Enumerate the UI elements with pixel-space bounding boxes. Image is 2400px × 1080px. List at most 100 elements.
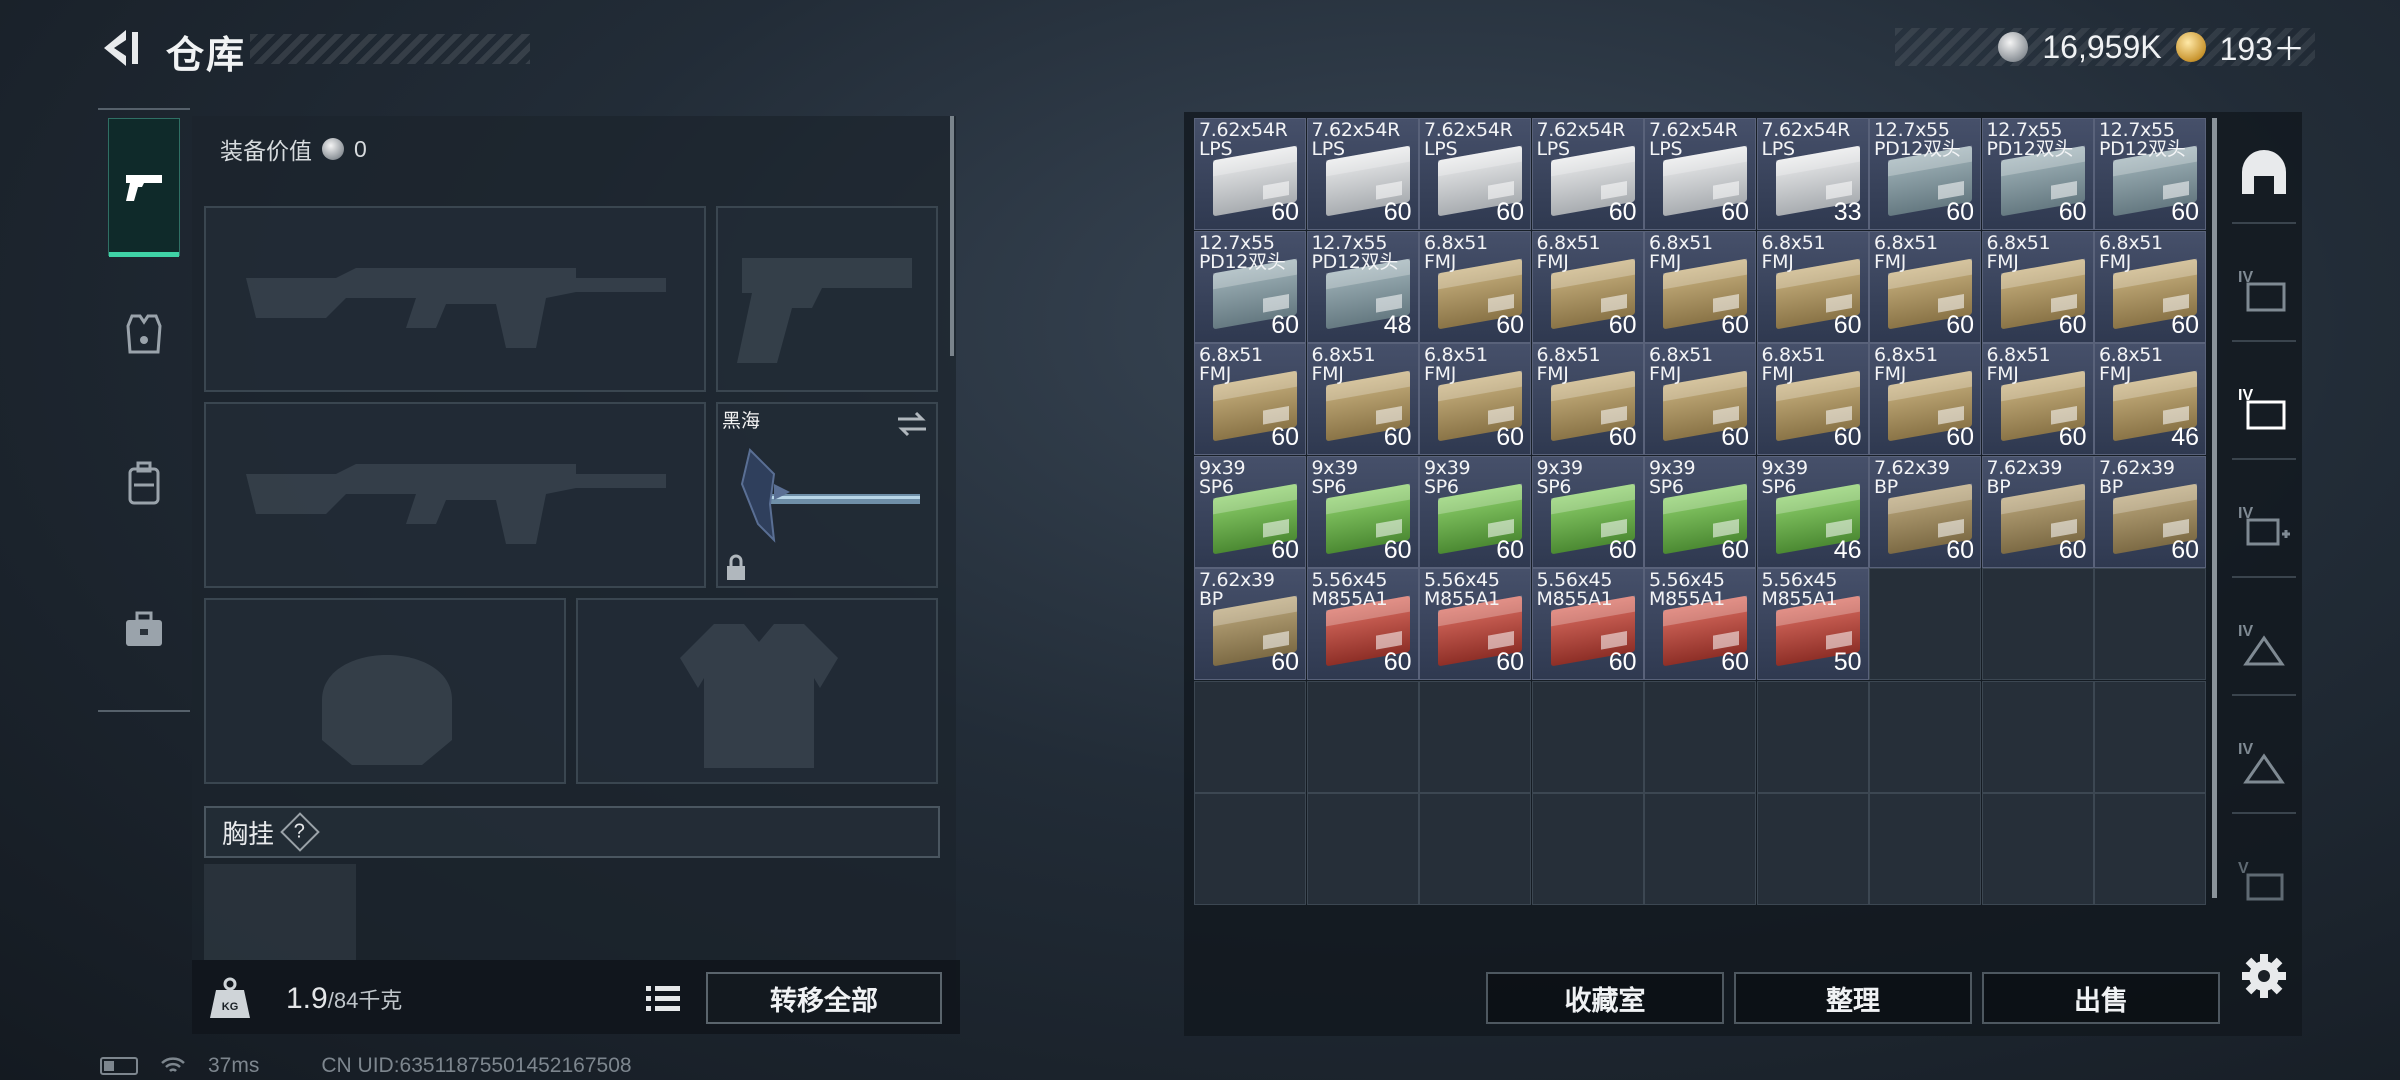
primary-weapon-slot-2[interactable] [204, 402, 706, 588]
help-icon[interactable]: ? [280, 812, 320, 852]
chest-rig-slot[interactable] [204, 864, 356, 960]
stash-item[interactable]: 7.62x54R LPS 60 [1531, 118, 1644, 230]
stash-item[interactable]: 6.8x51 FMJ 60 [1756, 343, 1869, 455]
stash-item[interactable]: 6.8x51 FMJ 60 [1531, 230, 1644, 343]
helmet-slot[interactable] [204, 598, 566, 784]
stash-item[interactable]: 6.8x51 FMJ 60 [2094, 230, 2206, 343]
stash-item[interactable]: 6.8x51 FMJ 60 [1644, 343, 1756, 455]
item-count: 60 [1721, 198, 1749, 226]
stash-empty-cell[interactable] [1981, 568, 2094, 680]
stash-item[interactable]: 7.62x39 BP 60 [1981, 455, 2094, 568]
stash-empty-cell[interactable] [2094, 793, 2206, 905]
stash-item[interactable]: 7.62x39 BP 60 [1869, 455, 1981, 568]
stash-empty-cell[interactable] [1194, 793, 1306, 905]
stash-empty-cell[interactable] [1756, 680, 1869, 793]
stash-item[interactable]: 9x39 SP6 60 [1306, 455, 1419, 568]
stash-item[interactable]: 7.62x54R LPS 33 [1756, 118, 1869, 230]
settings-button[interactable] [2240, 952, 2288, 1000]
stash-empty-cell[interactable] [1756, 793, 1869, 905]
stash-item[interactable]: 9x39 SP6 60 [1419, 455, 1531, 568]
stash-item[interactable]: 6.8x51 FMJ 60 [1419, 230, 1531, 343]
stash-item[interactable]: 5.56x45 M855A1 60 [1531, 568, 1644, 680]
stash-item[interactable]: 7.62x39 BP 60 [1194, 568, 1306, 680]
stash-empty-cell[interactable] [1419, 680, 1531, 793]
silver-amount: 16,959K [2042, 28, 2162, 65]
stash-item[interactable]: 7.62x54R LPS 60 [1419, 118, 1531, 230]
collection-room-button[interactable]: 收藏室 [1486, 972, 1724, 1024]
back-button[interactable] [96, 24, 144, 72]
stash-item[interactable]: 5.56x45 M855A1 50 [1756, 568, 1869, 680]
item-count: 60 [1946, 198, 1974, 226]
tab-weapons[interactable] [108, 118, 180, 257]
tab-stash-iv-2[interactable]: IV [2232, 360, 2296, 460]
stash-item[interactable]: 12.7x55 PD12双头 60 [1869, 118, 1981, 230]
stash-scrollbar[interactable] [2212, 118, 2217, 898]
stash-item[interactable]: 7.62x54R LPS 60 [1194, 118, 1306, 230]
stash-item[interactable]: 6.8x51 FMJ 60 [1756, 230, 1869, 343]
stash-item[interactable]: 12.7x55 PD12双头 60 [1194, 230, 1306, 343]
stash-item[interactable]: 6.8x51 FMJ 60 [1306, 343, 1419, 455]
stash-item[interactable]: 6.8x51 FMJ 60 [1869, 343, 1981, 455]
stash-item[interactable]: 6.8x51 FMJ 60 [1419, 343, 1531, 455]
tab-stash-v[interactable]: V [2232, 832, 2296, 932]
stash-item[interactable]: 6.8x51 FMJ 60 [1644, 230, 1756, 343]
stash-item[interactable]: 5.56x45 M855A1 60 [1306, 568, 1419, 680]
stash-item[interactable]: 9x39 SP6 60 [1644, 455, 1756, 568]
sort-button[interactable]: 整理 [1734, 972, 1972, 1024]
stash-item[interactable]: 9x39 SP6 60 [1194, 455, 1306, 568]
secondary-weapon-slot[interactable] [716, 206, 938, 392]
gold-amount[interactable]: 193＋ [2220, 24, 2305, 70]
tab-stash-iv-1[interactable]: IV [2232, 242, 2296, 342]
list-view-button[interactable] [644, 980, 682, 1016]
stash-empty-cell[interactable] [1419, 793, 1531, 905]
tab-stash-iv-5[interactable]: IV [2232, 714, 2296, 814]
stash-empty-cell[interactable] [1531, 793, 1644, 905]
stash-empty-cell[interactable] [1869, 568, 1981, 680]
loadout-scrollbar[interactable] [950, 116, 954, 356]
body-armor-slot[interactable] [576, 598, 938, 784]
stash-item[interactable]: 9x39 SP6 60 [1531, 455, 1644, 568]
swap-icon[interactable] [896, 410, 928, 438]
stash-empty-cell[interactable] [1306, 793, 1419, 905]
stash-item[interactable]: 7.62x54R LPS 60 [1306, 118, 1419, 230]
stash-empty-cell[interactable] [1869, 793, 1981, 905]
stash-item[interactable]: 12.7x55 PD12双头 60 [2094, 118, 2206, 230]
stash-item[interactable]: 6.8x51 FMJ 60 [1869, 230, 1981, 343]
stash-item[interactable]: 5.56x45 M855A1 60 [1644, 568, 1756, 680]
transfer-all-button[interactable]: 转移全部 [706, 972, 942, 1024]
stash-empty-cell[interactable] [1306, 680, 1419, 793]
tab-briefcase[interactable] [108, 560, 180, 698]
tab-armor[interactable] [108, 265, 180, 403]
tier-label: IV [2238, 741, 2253, 758]
stash-grid[interactable]: 7.62x54R LPS 60 7.62x54R LPS 60 7.62x54R LPS… [1194, 118, 2206, 960]
stash-item[interactable]: 6.8x51 FMJ 46 [2094, 343, 2206, 455]
stash-item[interactable]: 6.8x51 FMJ 60 [1194, 343, 1306, 455]
tab-stash-iv-4[interactable]: IV [2232, 596, 2296, 696]
sell-button[interactable]: 出售 [1982, 972, 2220, 1024]
stash-item[interactable]: 6.8x51 FMJ 60 [1981, 230, 2094, 343]
primary-weapon-slot[interactable] [204, 206, 706, 392]
stash-item[interactable]: 12.7x55 PD12双头 60 [1981, 118, 2094, 230]
stash-item[interactable]: 12.7x55 PD12双头 48 [1306, 230, 1419, 343]
stash-empty-cell[interactable] [2094, 568, 2206, 680]
stash-empty-cell[interactable] [1194, 680, 1306, 793]
item-name: 6.8x51 FMJ [1874, 344, 1938, 385]
stash-empty-cell[interactable] [1869, 680, 1981, 793]
tab-stash-iv-3[interactable]: IV [2232, 478, 2296, 578]
stash-item[interactable]: 6.8x51 FMJ 60 [1531, 343, 1644, 455]
item-name: 6.8x51 FMJ [1986, 344, 2051, 385]
stash-item[interactable]: 6.8x51 FMJ 60 [1981, 343, 2094, 455]
tab-backpack[interactable] [108, 415, 180, 553]
stash-item[interactable]: 7.62x54R LPS 60 [1644, 118, 1756, 230]
stash-empty-cell[interactable] [2094, 680, 2206, 793]
stash-item[interactable]: 7.62x39 BP 60 [2094, 455, 2206, 568]
stash-item[interactable]: 9x39 SP6 46 [1756, 455, 1869, 568]
item-name: 7.62x54R LPS [1761, 119, 1851, 160]
tab-stash-main[interactable] [2232, 124, 2296, 224]
stash-item[interactable]: 5.56x45 M855A1 60 [1419, 568, 1531, 680]
stash-empty-cell[interactable] [1644, 793, 1756, 905]
stash-empty-cell[interactable] [1981, 793, 2094, 905]
stash-empty-cell[interactable] [1644, 680, 1756, 793]
stash-empty-cell[interactable] [1981, 680, 2094, 793]
stash-empty-cell[interactable] [1531, 680, 1644, 793]
